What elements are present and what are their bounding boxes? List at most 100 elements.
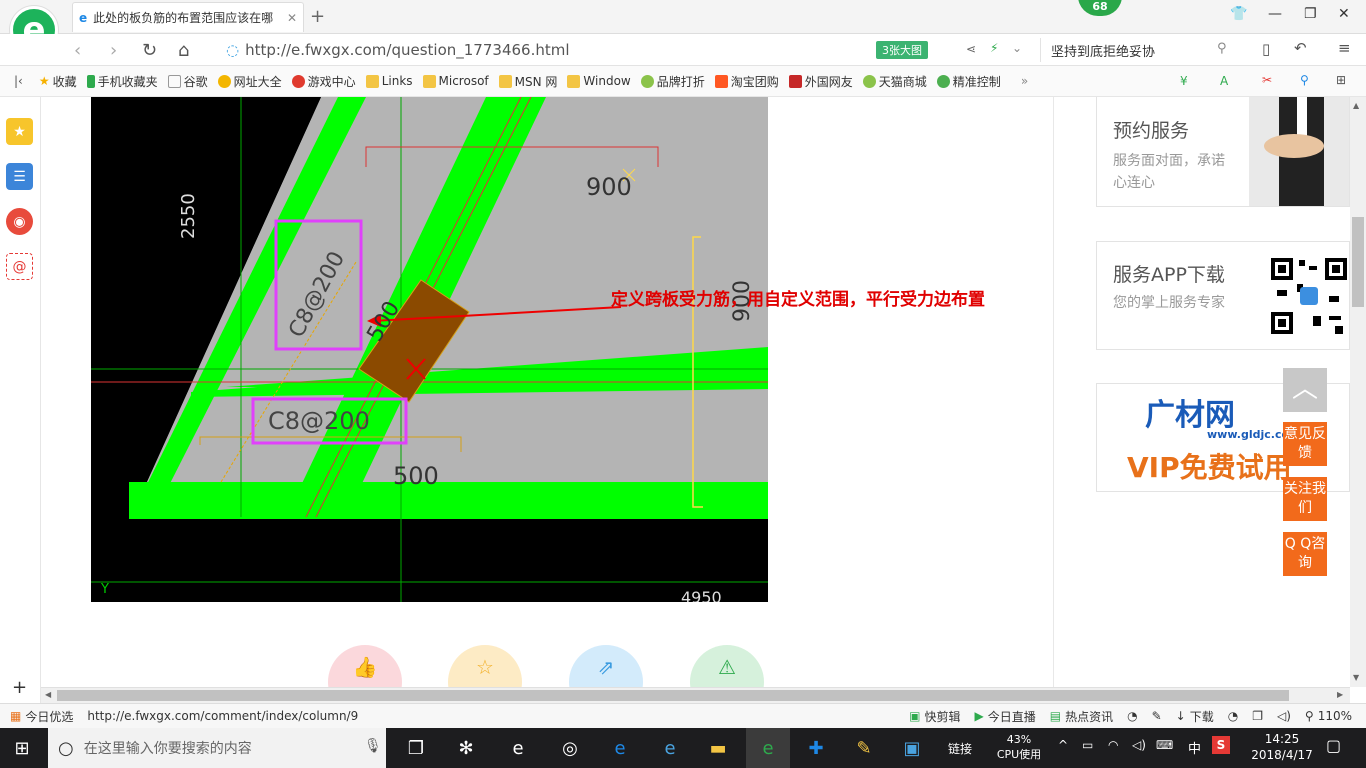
today-live[interactable]: ▶ 今日直播 (974, 708, 1035, 725)
minimize-icon[interactable]: — (1268, 6, 1282, 22)
battery-icon[interactable]: ▭ (1082, 738, 1093, 752)
fav-item[interactable]: 游戏中心 (291, 73, 356, 90)
scroll-up-icon[interactable]: ▲ (1353, 101, 1359, 110)
task-view-icon[interactable]: ❐ (402, 734, 430, 762)
feedback-button[interactable]: 意见反馈 (1283, 422, 1327, 466)
scissors-icon[interactable]: ✂ (1262, 73, 1272, 87)
app-card[interactable]: 服务APP下载 您的掌上服务专家 (1096, 241, 1350, 350)
refresh-icon[interactable]: ↻ (142, 40, 157, 61)
windows-start-icon[interactable]: ⊞ (8, 734, 36, 762)
new-tab-button[interactable]: + (310, 6, 325, 27)
edge-icon[interactable]: e (606, 734, 634, 762)
maximize-icon[interactable]: ❐ (1304, 6, 1317, 22)
menu-icon[interactable]: ≡ (1338, 39, 1351, 57)
fav-item[interactable]: Microsof (422, 74, 489, 88)
share-icon[interactable]: ⇗ (569, 645, 643, 687)
fav-item[interactable]: 谷歌 (167, 73, 208, 90)
fav-more[interactable]: » (1021, 74, 1028, 88)
like-icon[interactable]: 👍 (328, 645, 402, 687)
ie-browser-icon[interactable]: e (656, 734, 684, 762)
clock[interactable]: 14:25 2018/4/17 (1244, 731, 1320, 763)
fav-item[interactable]: 手机收藏夹 (86, 73, 158, 90)
undo-icon[interactable]: ↶ (1294, 39, 1307, 57)
scroll-right-icon[interactable]: ▶ (1337, 690, 1343, 699)
wifi-icon[interactable]: ◠ (1108, 738, 1118, 752)
big-picture-button[interactable]: 3张大图 (876, 41, 928, 59)
fav-item[interactable]: Links (365, 74, 413, 88)
lightning-icon[interactable]: ⚡ (990, 41, 998, 55)
today-picks[interactable]: ▦ 今日优选 (10, 708, 73, 725)
fav-item[interactable]: ★ 收藏 (39, 73, 77, 90)
quick-clip[interactable]: ▣ 快剪辑 (909, 708, 960, 725)
speaker-icon[interactable]: ◁) (1132, 738, 1146, 752)
keyboard-icon[interactable]: ⌨ (1156, 738, 1173, 752)
zoom-level[interactable]: ⚲ 110% (1305, 709, 1352, 723)
address-bar[interactable]: ◌ http://e.fwxgx.com/question_1773466.ht… (226, 39, 866, 61)
qq-button[interactable]: Q Q咨询 (1283, 532, 1327, 576)
speed-icon[interactable]: ◔ (1127, 709, 1137, 723)
360-app-icon[interactable]: ◎ (556, 734, 584, 762)
search-box[interactable]: 坚持到底拒绝妥协 ⚲ (1040, 38, 1240, 62)
fav-item[interactable]: 天猫商城 (862, 73, 927, 90)
notification-badge[interactable]: 68 (1078, 0, 1122, 16)
sidebar-toggle-icon[interactable]: |‹ (14, 74, 23, 88)
home-icon[interactable]: ⌂ (178, 40, 189, 61)
notes-icon[interactable]: ✎ (850, 734, 878, 762)
browser-tab[interactable]: e 此处的板负筋的布置范围应该在哪 ✕ (72, 2, 304, 32)
qr-code[interactable] (1269, 256, 1349, 336)
volume-icon[interactable]: ◁) (1277, 709, 1291, 723)
service-card[interactable]: 预约服务 服务面对面，承诺心连心 (1096, 97, 1350, 207)
scroll-left-icon[interactable]: ◀ (45, 690, 51, 699)
cpu-meter[interactable]: 43% CPU使用 (992, 732, 1046, 762)
add-icon[interactable]: + (12, 677, 27, 698)
tray-up-icon[interactable]: ^ (1058, 738, 1068, 752)
notification-center-icon[interactable]: ▢ (1326, 736, 1341, 755)
horizontal-scrollbar[interactable]: ◀ ▶ (41, 687, 1350, 703)
download[interactable]: ↓ 下载 (1176, 708, 1214, 725)
star-icon[interactable]: ☆ (448, 645, 522, 687)
links-label[interactable]: 链接 (948, 740, 972, 757)
chevron-down-icon[interactable]: ⌄ (1012, 41, 1022, 55)
hscroll-thumb[interactable] (57, 690, 1289, 701)
fav-item[interactable]: MSN 网 (498, 73, 557, 90)
ie-app-icon[interactable]: e (504, 734, 532, 762)
fav-item[interactable]: 精准控制 (936, 73, 1001, 90)
shirt-icon[interactable]: 👕 (1230, 6, 1247, 22)
yen-icon[interactable]: ¥ (1180, 74, 1188, 88)
back-icon[interactable]: ‹ (74, 40, 81, 61)
phone-icon[interactable]: ▯ (1262, 40, 1270, 58)
forward-icon[interactable]: › (110, 40, 117, 61)
vertical-scrollbar[interactable]: ▲ ▼ (1350, 97, 1366, 687)
translate-icon[interactable]: A (1220, 74, 1228, 88)
share-icon[interactable]: ⋖ (966, 42, 976, 56)
app-plus-icon[interactable]: ✚ (802, 734, 830, 762)
taskbar-search[interactable]: ○ 在这里输入你要搜索的内容 🎙 (48, 728, 386, 768)
fav-item[interactable]: 外国网友 (788, 73, 853, 90)
back-to-top-button[interactable]: ︿ (1283, 368, 1327, 412)
warning-icon[interactable]: ⚠ (690, 645, 764, 687)
clean-icon[interactable]: ◔ (1228, 709, 1238, 723)
apps-icon[interactable]: ⊞ (1336, 73, 1346, 87)
hot-news[interactable]: ▤ 热点资讯 (1050, 708, 1113, 725)
ime-indicator[interactable]: 中 (1188, 738, 1201, 757)
search-icon[interactable]: ⚲ (1217, 41, 1227, 56)
tools-icon[interactable]: ✎ (1152, 709, 1162, 723)
fav-item[interactable]: 淘宝团购 (714, 73, 779, 90)
microphone-icon[interactable]: 🎙 (364, 738, 382, 754)
fav-item[interactable]: 品牌打折 (640, 73, 705, 90)
sogou-icon[interactable]: S (1212, 736, 1230, 754)
close-window-icon[interactable]: ✕ (1338, 6, 1350, 22)
fan-app-icon[interactable]: ✻ (452, 734, 480, 762)
mail-icon[interactable]: @ (6, 253, 33, 280)
window-icon[interactable]: ❐ (1252, 709, 1263, 723)
fav-item[interactable]: 网址大全 (217, 73, 282, 90)
close-tab-icon[interactable]: ✕ (287, 11, 297, 25)
file-explorer-icon[interactable]: ▬ (704, 734, 732, 762)
favorites-star-icon[interactable]: ★ (6, 118, 33, 145)
magnifier-icon[interactable]: ⚲ (1300, 73, 1309, 87)
follow-button[interactable]: 关注我们 (1283, 477, 1327, 521)
scroll-thumb[interactable] (1352, 217, 1364, 307)
scroll-down-icon[interactable]: ▼ (1353, 673, 1359, 682)
browser-taskbar-icon[interactable]: e (746, 728, 790, 768)
reader-icon[interactable]: ☰ (6, 163, 33, 190)
